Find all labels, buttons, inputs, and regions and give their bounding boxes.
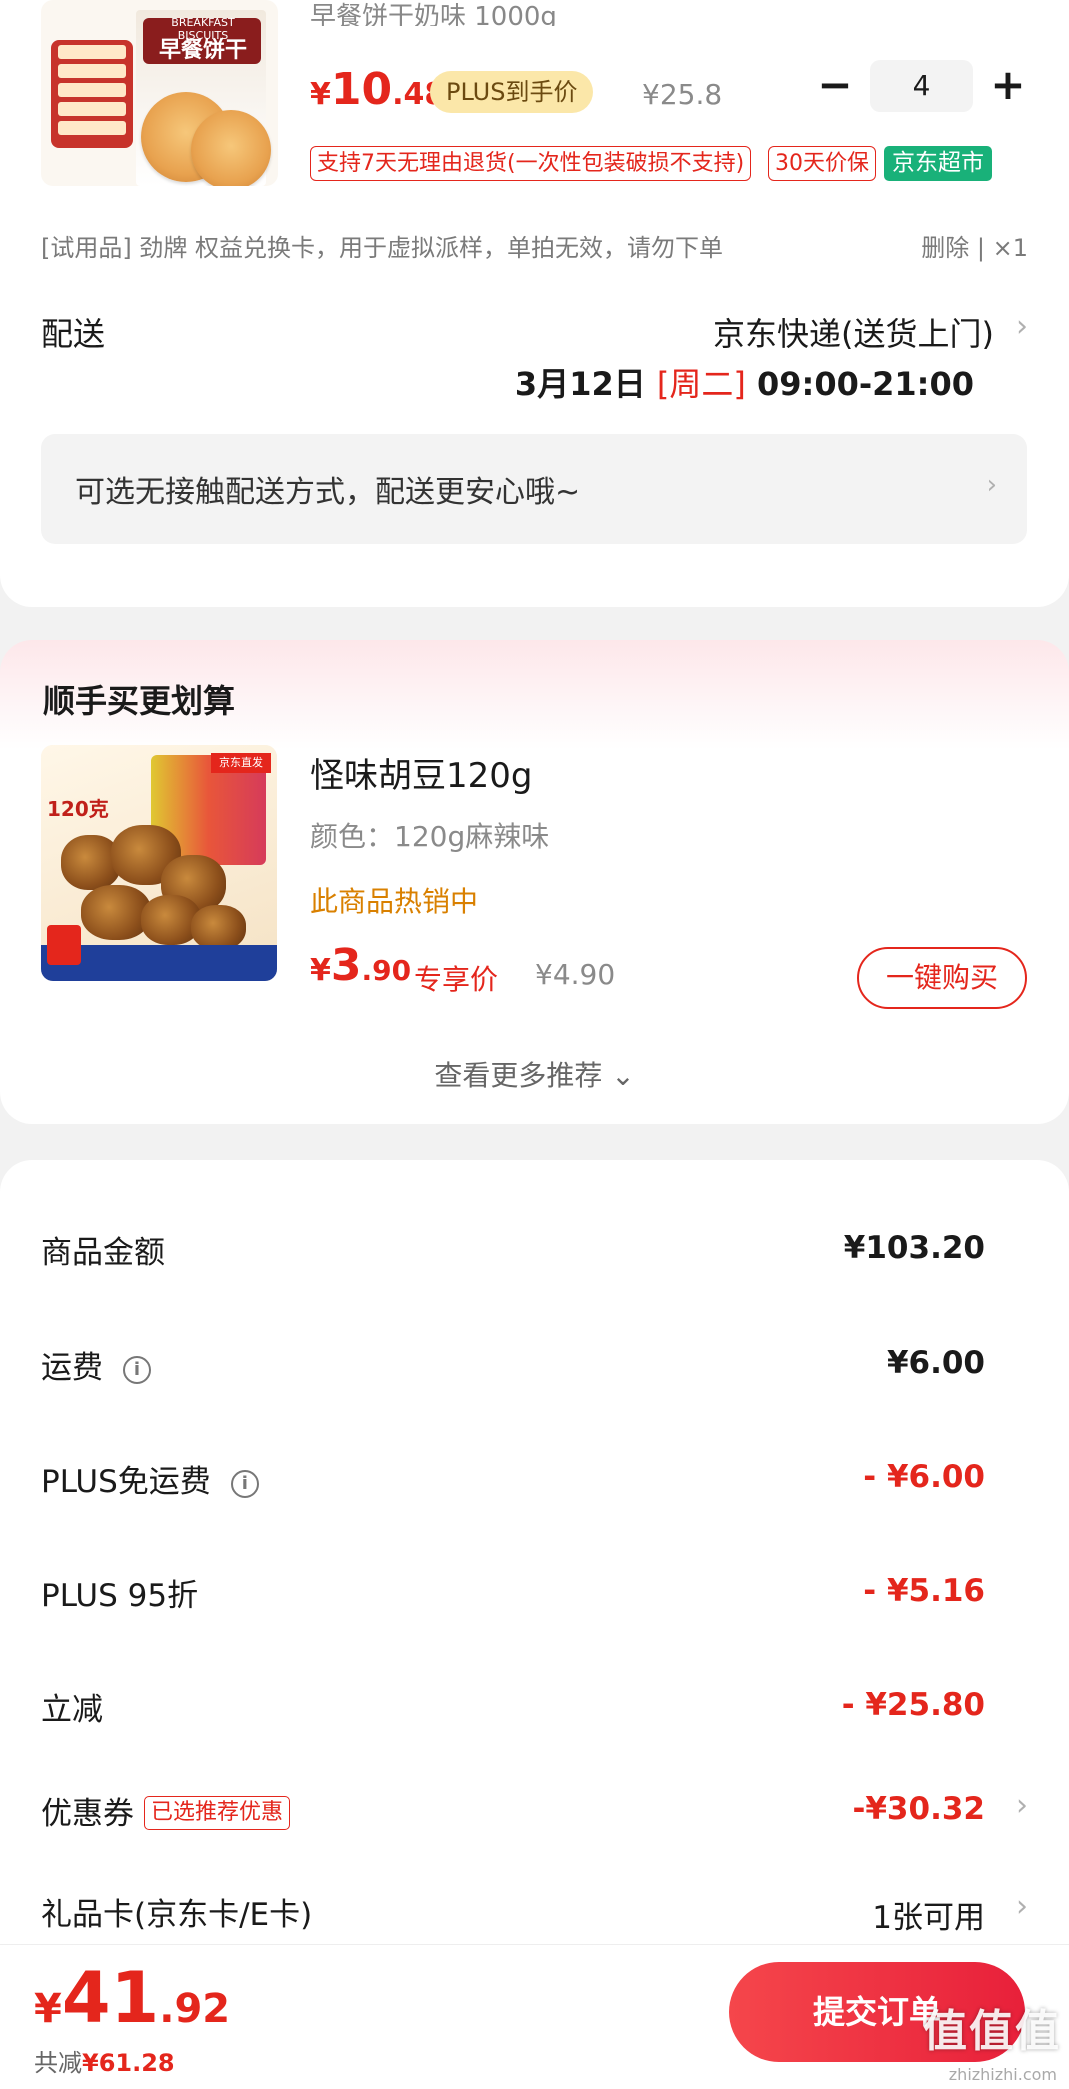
nut-graphic — [191, 905, 246, 950]
store-tag: 京东超市 — [884, 146, 992, 181]
total-saved: 共减¥61.28 — [34, 2043, 175, 2078]
biscuit-product-image[interactable]: BREAKFAST BISCUITS 早餐饼干 — [41, 0, 278, 186]
exclusive-price-label: 专享价 — [414, 963, 499, 996]
price-symbol: ¥ — [310, 77, 331, 112]
contactless-text: 可选无接触配送方式，配送更安心哦~ — [75, 475, 581, 510]
fee-value-plus-free-shipping: - ¥6.00 — [863, 1459, 985, 1495]
image-weight: 120克 — [47, 797, 109, 821]
one-click-buy-button[interactable]: 一键购买 — [857, 947, 1027, 1009]
fee-label-text: 运费 — [41, 1350, 103, 1386]
contactless-delivery-option[interactable]: 可选无接触配送方式，配送更安心哦~ › — [41, 434, 1027, 544]
fee-label-plus-free-shipping: PLUS免运费 i — [41, 1456, 259, 1501]
info-icon[interactable]: i — [123, 1356, 151, 1384]
fee-value-coupon[interactable]: -¥30.32 — [853, 1791, 986, 1827]
price-protect-tag: 30天价保 — [768, 146, 876, 181]
saved-value: ¥61.28 — [82, 2049, 175, 2077]
biscuit-graphic — [191, 110, 271, 186]
recommend-title: 顺手买更划算 — [43, 682, 236, 720]
plus-price-tag: PLUS到手价 — [430, 71, 594, 113]
product-name[interactable]: 早餐饼干奶味 1000g — [310, 0, 557, 26]
price-decimal: .90 — [361, 954, 412, 987]
biscuit-box-title: 早餐饼干 — [158, 38, 247, 63]
fee-value-goods: ¥103.20 — [843, 1230, 985, 1266]
shipping-weekday: [周二] — [656, 365, 746, 403]
recommend-product-image[interactable]: 京东直发 120克 — [41, 745, 277, 981]
more-recommendations-link[interactable]: 查看更多推荐 ⌄ — [0, 1054, 1069, 1094]
shipping-method[interactable]: 京东快递(送货上门) — [713, 309, 994, 355]
chevron-right-icon[interactable]: › — [1016, 309, 1028, 344]
fee-value-instant-discount: - ¥25.80 — [841, 1687, 985, 1723]
quantity-increase-button[interactable]: + — [988, 60, 1028, 112]
price-integer: 3 — [330, 940, 362, 991]
return-policy-tag: 支持7天无理由退货(一次性包装破损不支持) — [310, 146, 752, 181]
fee-label-shipping: 运费 i — [41, 1342, 151, 1387]
image-red-badge — [47, 925, 81, 965]
fee-label-plus-discount: PLUS 95折 — [41, 1578, 199, 1614]
shipping-date: 3月12日 — [514, 365, 646, 403]
info-icon[interactable]: i — [230, 1470, 259, 1498]
total-price: ¥41.92 — [34, 1957, 230, 2039]
checkout-bar: ¥41.92 共减¥61.28 提交订单 值值值 zhizhizhi.com — [0, 1944, 1069, 2089]
fee-label-gift-card[interactable]: 礼品卡(京东卡/E卡) — [41, 1889, 312, 1934]
original-price: ¥25.8 — [642, 78, 723, 111]
chevron-right-icon[interactable]: › — [1016, 1788, 1028, 1823]
cart-item-card: BREAKFAST BISCUITS 早餐饼干 早餐饼干奶味 1000g ¥10… — [0, 0, 1069, 607]
fee-label-text: 优惠券 — [41, 1796, 134, 1832]
price-symbol: ¥ — [34, 1986, 62, 2032]
recommend-hot-label: 此商品热销中 — [310, 885, 479, 918]
shipping-time-range: 09:00-21:00 — [757, 365, 974, 403]
coupon-recommended-tag: 已选推荐优惠 — [144, 1796, 291, 1830]
fee-label-coupon[interactable]: 优惠券 已选推荐优惠 — [41, 1788, 291, 1833]
order-summary-card: 商品金额 ¥103.20 运费 i ¥6.00 PLUS免运费 i - ¥6.00 … — [0, 1160, 1069, 1960]
watermark-logo: 值值值 — [923, 2006, 1061, 2057]
chevron-right-icon: › — [986, 470, 997, 500]
watermark-url: zhizhizhi.com — [948, 2065, 1057, 2084]
trial-item-text: [试用品] 劲牌 权益兑换卡，用于虚拟派样，单拍无效，请勿下单 — [41, 234, 723, 262]
recommend-card: 顺手买更划算 京东直发 120克 怪味胡豆120g 颜色：120g麻辣味 此商品… — [0, 640, 1069, 1124]
recommend-product-name[interactable]: 怪味胡豆120g — [310, 748, 532, 797]
saved-label: 共减 — [34, 2049, 82, 2077]
quantity-decrease-button[interactable]: − — [815, 62, 855, 112]
biscuit-feature-badges — [51, 40, 133, 148]
image-badge: 京东直发 — [211, 753, 271, 773]
price-decimal: .92 — [159, 1986, 231, 2032]
price-symbol: ¥ — [310, 953, 331, 988]
product-price: ¥10.48 — [310, 64, 445, 115]
price-integer: 10 — [330, 64, 393, 115]
fee-value-gift-card[interactable]: 1张可用 — [872, 1892, 985, 1937]
recommend-product-spec: 颜色：120g麻辣味 — [310, 820, 550, 853]
fee-value-shipping: ¥6.00 — [886, 1345, 985, 1381]
trial-item-actions[interactable]: 删除 | ×1 — [921, 228, 1028, 263]
recommend-original-price: ¥4.90 — [535, 958, 616, 991]
quantity-input[interactable]: 4 — [870, 60, 973, 112]
fee-label-text: PLUS免运费 — [41, 1464, 211, 1500]
shipping-time[interactable]: 3月12日 [周二] 09:00-21:00 — [515, 359, 974, 405]
fee-label-instant-discount: 立减 — [41, 1692, 103, 1728]
shipping-label: 配送 — [41, 315, 106, 353]
recommend-price: ¥3.90 — [310, 940, 411, 991]
fee-label-goods: 商品金额 — [41, 1235, 165, 1271]
price-integer: 41 — [61, 1957, 160, 2039]
chevron-right-icon[interactable]: › — [1016, 1889, 1028, 1924]
fee-value-plus-discount: - ¥5.16 — [863, 1573, 985, 1609]
